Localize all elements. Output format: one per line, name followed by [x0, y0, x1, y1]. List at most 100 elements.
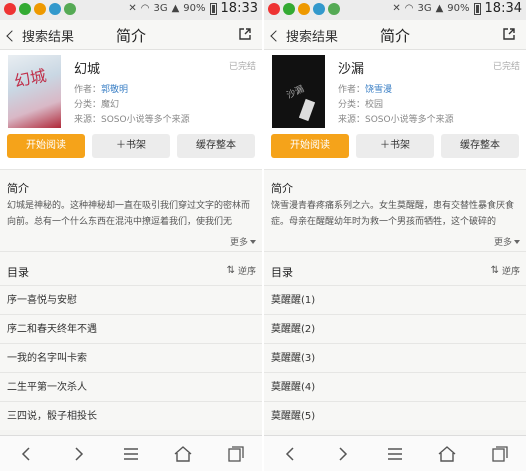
battery-icon — [209, 2, 217, 15]
back-icon — [6, 30, 18, 42]
share-icon[interactable] — [238, 27, 252, 41]
status-bar: ✕ ◠ 3G ▲ 90% 18:33 — [0, 0, 262, 20]
toc-item[interactable]: 莫醒醒(1) — [264, 285, 526, 314]
sort-button[interactable]: ⇅ 逆序 — [491, 264, 520, 277]
intro-heading: 简介 — [7, 182, 29, 195]
toc-item[interactable]: 莫醒醒(5) — [264, 401, 526, 430]
action-buttons: 开始阅读 ＋书架 缓存整本 — [264, 132, 526, 169]
category: 分类：魔幻 — [74, 100, 120, 110]
home-button[interactable] — [171, 442, 195, 466]
more-label: 更多 — [493, 238, 512, 248]
nav-back-icon — [22, 446, 30, 461]
menu-icon — [387, 447, 402, 460]
nav-forward-icon — [339, 446, 347, 461]
left-screen: ✕ ◠ 3G ▲ 90% 18:33 搜索结果 简介 幻城 幻城 已完结 作者：… — [0, 0, 262, 471]
toc-heading: 目录 — [7, 266, 29, 279]
status-indicators: ✕ ◠ 3G ▲ 90% 18:33 — [128, 1, 258, 16]
signal-icon: ▲ — [171, 3, 180, 14]
intro-section: 简介 幻城是神秘的。这种神秘却一直在吸引我们穿过文字的密林而向前。总有一个什么东… — [0, 169, 262, 251]
intro-text: 幻城是神秘的。这种神秘却一直在吸引我们穿过文字的密林而向前。总有一个什么东西在混… — [7, 201, 251, 227]
author-label: 作者： — [74, 85, 102, 95]
author-link[interactable]: 饶雪漫 — [365, 85, 392, 95]
more-icon — [250, 239, 256, 244]
cache-book-button[interactable]: 缓存整本 — [441, 134, 519, 158]
back-icon — [270, 30, 282, 42]
sort-label: 逆序 — [501, 267, 520, 277]
notify-icon — [4, 3, 16, 15]
status-bar: ✕ ◠ 3G ▲ 90% 18:34 — [264, 0, 526, 20]
signal-icon: ▲ — [435, 3, 444, 14]
nav-forward-button[interactable] — [67, 442, 91, 466]
sort-label: 逆序 — [237, 267, 256, 277]
menu-button[interactable] — [383, 442, 407, 466]
wifi-icon: ◠ — [140, 3, 150, 14]
cache-book-button[interactable]: 缓存整本 — [177, 134, 255, 158]
author-label: 作者： — [338, 85, 366, 95]
more-button[interactable]: 更多 — [494, 235, 520, 248]
more-label: 更多 — [229, 238, 248, 248]
home-icon — [174, 445, 192, 462]
toc-item[interactable]: 莫醒醒(3) — [264, 343, 526, 372]
notify-icon — [34, 3, 46, 15]
wifi-icon: ◠ — [404, 3, 414, 14]
book-cover[interactable]: 幻城 — [8, 55, 61, 128]
mute-icon: ✕ — [392, 3, 401, 14]
toc-item[interactable]: 一我的名字叫卡索 — [0, 343, 262, 372]
bottom-toolbar — [264, 435, 526, 471]
category: 分类：校园 — [338, 100, 384, 110]
tabs-icon — [492, 445, 508, 462]
cover-title: 沙漏 — [285, 84, 306, 102]
book-card: 幻城 幻城 已完结 作者：郭敬明 分类：魔幻 来源：SOSO小说等多个来源 — [0, 50, 262, 132]
clock: 18:33 — [220, 1, 258, 16]
start-reading-button[interactable]: 开始阅读 — [271, 134, 349, 158]
tabs-button[interactable] — [224, 442, 248, 466]
signal-label: 3G — [153, 3, 168, 14]
nav-bar: 搜索结果 简介 — [264, 20, 526, 50]
sort-icon: ⇅ — [226, 265, 235, 276]
notify-icon — [283, 3, 295, 15]
source: 来源：SOSO小说等多个来源 — [74, 115, 190, 125]
mute-icon: ✕ — [128, 3, 137, 14]
nav-back-button[interactable] — [14, 442, 38, 466]
cover-title: 幻城 — [12, 65, 48, 92]
book-cover[interactable]: 沙漏 — [272, 55, 325, 128]
notify-icon — [268, 3, 280, 15]
more-button[interactable]: 更多 — [230, 235, 256, 248]
toc-item[interactable]: 三四说，骰子相投长 — [0, 401, 262, 430]
toc-list: 序一喜悦与安慰 序二和春天终年不遇 一我的名字叫卡索 二生平第一次杀人 三四说，… — [0, 285, 262, 430]
toc-heading: 目录 — [271, 266, 293, 279]
author-link[interactable]: 郭敬明 — [101, 85, 128, 95]
add-to-shelf-button[interactable]: ＋书架 — [356, 134, 434, 158]
back-button[interactable]: 搜索结果 — [270, 26, 339, 45]
clock: 18:34 — [484, 1, 522, 16]
toc-header: 目录 ⇅ 逆序 — [0, 251, 262, 285]
sort-button[interactable]: ⇅ 逆序 — [227, 264, 256, 277]
nav-forward-button[interactable] — [331, 442, 355, 466]
toc-item[interactable]: 序二和春天终年不遇 — [0, 314, 262, 343]
right-screen: ✕ ◠ 3G ▲ 90% 18:34 搜索结果 简介 沙漏 沙漏 已完结 作者：… — [264, 0, 526, 471]
toc-item[interactable]: 莫醒醒(2) — [264, 314, 526, 343]
notify-icon — [328, 3, 340, 15]
add-to-shelf-button[interactable]: ＋书架 — [92, 134, 170, 158]
back-button[interactable]: 搜索结果 — [6, 26, 74, 45]
bottom-toolbar — [0, 435, 262, 471]
toc-item[interactable]: 二生平第一次杀人 — [0, 372, 262, 401]
nav-back-button[interactable] — [278, 442, 302, 466]
start-reading-button[interactable]: 开始阅读 — [7, 134, 85, 158]
notify-icon — [298, 3, 310, 15]
book-title: 幻城 — [74, 62, 101, 77]
home-button[interactable] — [435, 442, 459, 466]
action-buttons: 开始阅读 ＋书架 缓存整本 — [0, 132, 262, 169]
tabs-button[interactable] — [488, 442, 512, 466]
author-row: 作者：郭敬明 — [74, 82, 128, 95]
book-status: 已完结 — [492, 62, 520, 72]
notification-icons — [4, 3, 76, 15]
menu-button[interactable] — [119, 442, 143, 466]
toc-item[interactable]: 莫醒醒(4) — [264, 372, 526, 401]
book-title: 沙漏 — [338, 62, 365, 77]
back-label: 搜索结果 — [286, 30, 339, 45]
nav-bar: 搜索结果 简介 — [0, 20, 262, 50]
toc-item[interactable]: 序一喜悦与安慰 — [0, 285, 262, 314]
toc-list: 莫醒醒(1) 莫醒醒(2) 莫醒醒(3) 莫醒醒(4) 莫醒醒(5) — [264, 285, 526, 430]
share-icon[interactable] — [502, 27, 516, 41]
